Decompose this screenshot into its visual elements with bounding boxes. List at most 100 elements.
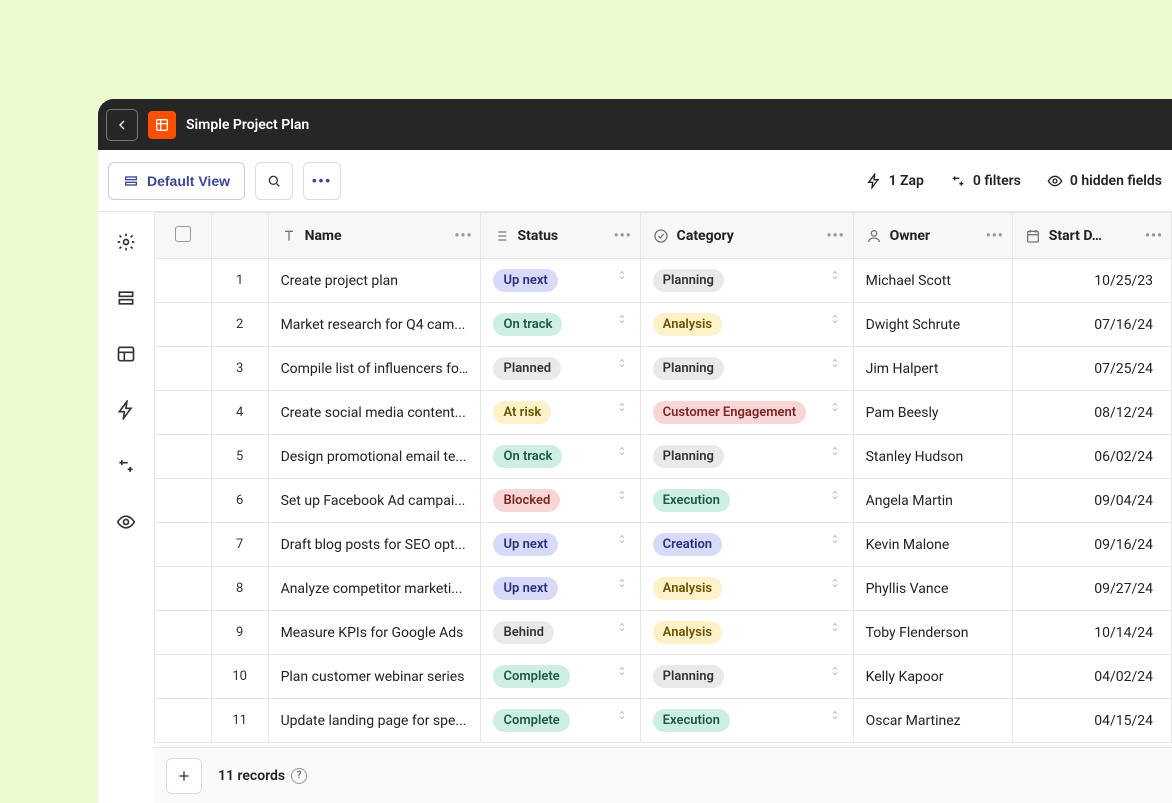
row-checkbox-cell[interactable]: [155, 347, 212, 391]
cell-category[interactable]: Planning: [640, 655, 853, 699]
search-button[interactable]: [255, 162, 293, 200]
header-name[interactable]: Name •••: [268, 213, 481, 259]
cell-category[interactable]: Execution: [640, 479, 853, 523]
cell-name[interactable]: Draft blog posts for SEO opt...: [268, 523, 481, 567]
cell-status[interactable]: Up next: [481, 259, 640, 303]
hidden-fields-button[interactable]: 0 hidden fields: [1047, 173, 1162, 189]
cell-category[interactable]: Analysis: [640, 567, 853, 611]
row-checkbox-cell[interactable]: [155, 523, 212, 567]
cell-owner[interactable]: Pam Beesly: [853, 391, 1012, 435]
row-checkbox-cell[interactable]: [155, 567, 212, 611]
cell-owner[interactable]: Phyllis Vance: [853, 567, 1012, 611]
filters-button[interactable]: 0 filters: [950, 173, 1021, 189]
cell-status[interactable]: On track: [481, 435, 640, 479]
cell-owner[interactable]: Angela Martin: [853, 479, 1012, 523]
cell-status[interactable]: Planned: [481, 347, 640, 391]
sidebar-sliders[interactable]: [114, 454, 138, 478]
cell-start-date[interactable]: 07/25/24: [1012, 347, 1171, 391]
cell-status[interactable]: At risk: [481, 391, 640, 435]
cell-status[interactable]: Blocked: [481, 479, 640, 523]
row-checkbox-cell[interactable]: [155, 259, 212, 303]
cell-status[interactable]: Up next: [481, 567, 640, 611]
cell-name[interactable]: Create project plan: [268, 259, 481, 303]
header-owner[interactable]: Owner •••: [853, 213, 1012, 259]
cell-name[interactable]: Market research for Q4 cam...: [268, 303, 481, 347]
row-checkbox-cell[interactable]: [155, 699, 212, 743]
cell-start-date[interactable]: 10/25/23: [1012, 259, 1171, 303]
table-row[interactable]: 10Plan customer webinar seriesCompletePl…: [155, 655, 1172, 699]
row-checkbox-cell[interactable]: [155, 611, 212, 655]
cell-owner[interactable]: Jim Halpert: [853, 347, 1012, 391]
sidebar-settings[interactable]: [114, 230, 138, 254]
table-row[interactable]: 1Create project planUp nextPlanningMicha…: [155, 259, 1172, 303]
cell-start-date[interactable]: 09/16/24: [1012, 523, 1171, 567]
cell-owner[interactable]: Kevin Malone: [853, 523, 1012, 567]
cell-status[interactable]: Up next: [481, 523, 640, 567]
cell-name[interactable]: Compile list of influencers fo...: [268, 347, 481, 391]
back-button[interactable]: [106, 109, 138, 141]
cell-start-date[interactable]: 06/02/24: [1012, 435, 1171, 479]
table-row[interactable]: 5Design promotional email te...On trackP…: [155, 435, 1172, 479]
cell-start-date[interactable]: 09/27/24: [1012, 567, 1171, 611]
table-row[interactable]: 4Create social media content...At riskCu…: [155, 391, 1172, 435]
table-row[interactable]: 6Set up Facebook Ad campai...BlockedExec…: [155, 479, 1172, 523]
column-menu-icon[interactable]: •••: [614, 228, 632, 244]
cell-start-date[interactable]: 09/04/24: [1012, 479, 1171, 523]
cell-category[interactable]: Creation: [640, 523, 853, 567]
table-row[interactable]: 9Measure KPIs for Google AdsBehindAnalys…: [155, 611, 1172, 655]
cell-category[interactable]: Planning: [640, 435, 853, 479]
zap-indicator[interactable]: 1 Zap: [866, 173, 924, 189]
cell-name[interactable]: Plan customer webinar series: [268, 655, 481, 699]
column-menu-icon[interactable]: •••: [986, 228, 1004, 244]
cell-category[interactable]: Execution: [640, 699, 853, 743]
cell-name[interactable]: Design promotional email te...: [268, 435, 481, 479]
cell-owner[interactable]: Dwight Schrute: [853, 303, 1012, 347]
cell-owner[interactable]: Toby Flenderson: [853, 611, 1012, 655]
cell-name[interactable]: Set up Facebook Ad campai...: [268, 479, 481, 523]
header-start-date[interactable]: Start D… •••: [1012, 213, 1171, 259]
cell-owner[interactable]: Michael Scott: [853, 259, 1012, 303]
cell-name[interactable]: Measure KPIs for Google Ads: [268, 611, 481, 655]
cell-start-date[interactable]: 07/16/24: [1012, 303, 1171, 347]
cell-owner[interactable]: Oscar Martinez: [853, 699, 1012, 743]
cell-status[interactable]: Behind: [481, 611, 640, 655]
table-row[interactable]: 8Analyze competitor marketi...Up nextAna…: [155, 567, 1172, 611]
cell-start-date[interactable]: 04/02/24: [1012, 655, 1171, 699]
cell-owner[interactable]: Stanley Hudson: [853, 435, 1012, 479]
default-view-button[interactable]: Default View: [108, 162, 245, 200]
header-status[interactable]: Status •••: [481, 213, 640, 259]
row-checkbox-cell[interactable]: [155, 391, 212, 435]
header-category[interactable]: Category •••: [640, 213, 853, 259]
table-row[interactable]: 2Market research for Q4 cam...On trackAn…: [155, 303, 1172, 347]
add-row-button[interactable]: [166, 758, 202, 794]
row-checkbox-cell[interactable]: [155, 655, 212, 699]
cell-start-date[interactable]: 10/14/24: [1012, 611, 1171, 655]
table-row[interactable]: 11Update landing page for spe...Complete…: [155, 699, 1172, 743]
row-checkbox-cell[interactable]: [155, 435, 212, 479]
cell-start-date[interactable]: 04/15/24: [1012, 699, 1171, 743]
column-menu-icon[interactable]: •••: [1145, 228, 1163, 244]
cell-name[interactable]: Analyze competitor marketi...: [268, 567, 481, 611]
cell-category[interactable]: Planning: [640, 347, 853, 391]
cell-start-date[interactable]: 08/12/24: [1012, 391, 1171, 435]
cell-name[interactable]: Create social media content...: [268, 391, 481, 435]
cell-category[interactable]: Analysis: [640, 303, 853, 347]
row-checkbox-cell[interactable]: [155, 303, 212, 347]
sidebar-visibility[interactable]: [114, 510, 138, 534]
table-row[interactable]: 3Compile list of influencers fo...Planne…: [155, 347, 1172, 391]
table-row[interactable]: 7Draft blog posts for SEO opt...Up nextC…: [155, 523, 1172, 567]
cell-owner[interactable]: Kelly Kapoor: [853, 655, 1012, 699]
cell-category[interactable]: Planning: [640, 259, 853, 303]
column-menu-icon[interactable]: •••: [454, 228, 472, 244]
cell-status[interactable]: Complete: [481, 699, 640, 743]
cell-status[interactable]: On track: [481, 303, 640, 347]
cell-category[interactable]: Analysis: [640, 611, 853, 655]
cell-name[interactable]: Update landing page for spe...: [268, 699, 481, 743]
column-menu-icon[interactable]: •••: [827, 228, 845, 244]
header-checkbox-cell[interactable]: [155, 213, 212, 259]
sidebar-layout[interactable]: [114, 342, 138, 366]
sidebar-views[interactable]: [114, 286, 138, 310]
cell-category[interactable]: Customer Engagement: [640, 391, 853, 435]
row-checkbox-cell[interactable]: [155, 479, 212, 523]
help-icon[interactable]: ?: [291, 768, 307, 784]
